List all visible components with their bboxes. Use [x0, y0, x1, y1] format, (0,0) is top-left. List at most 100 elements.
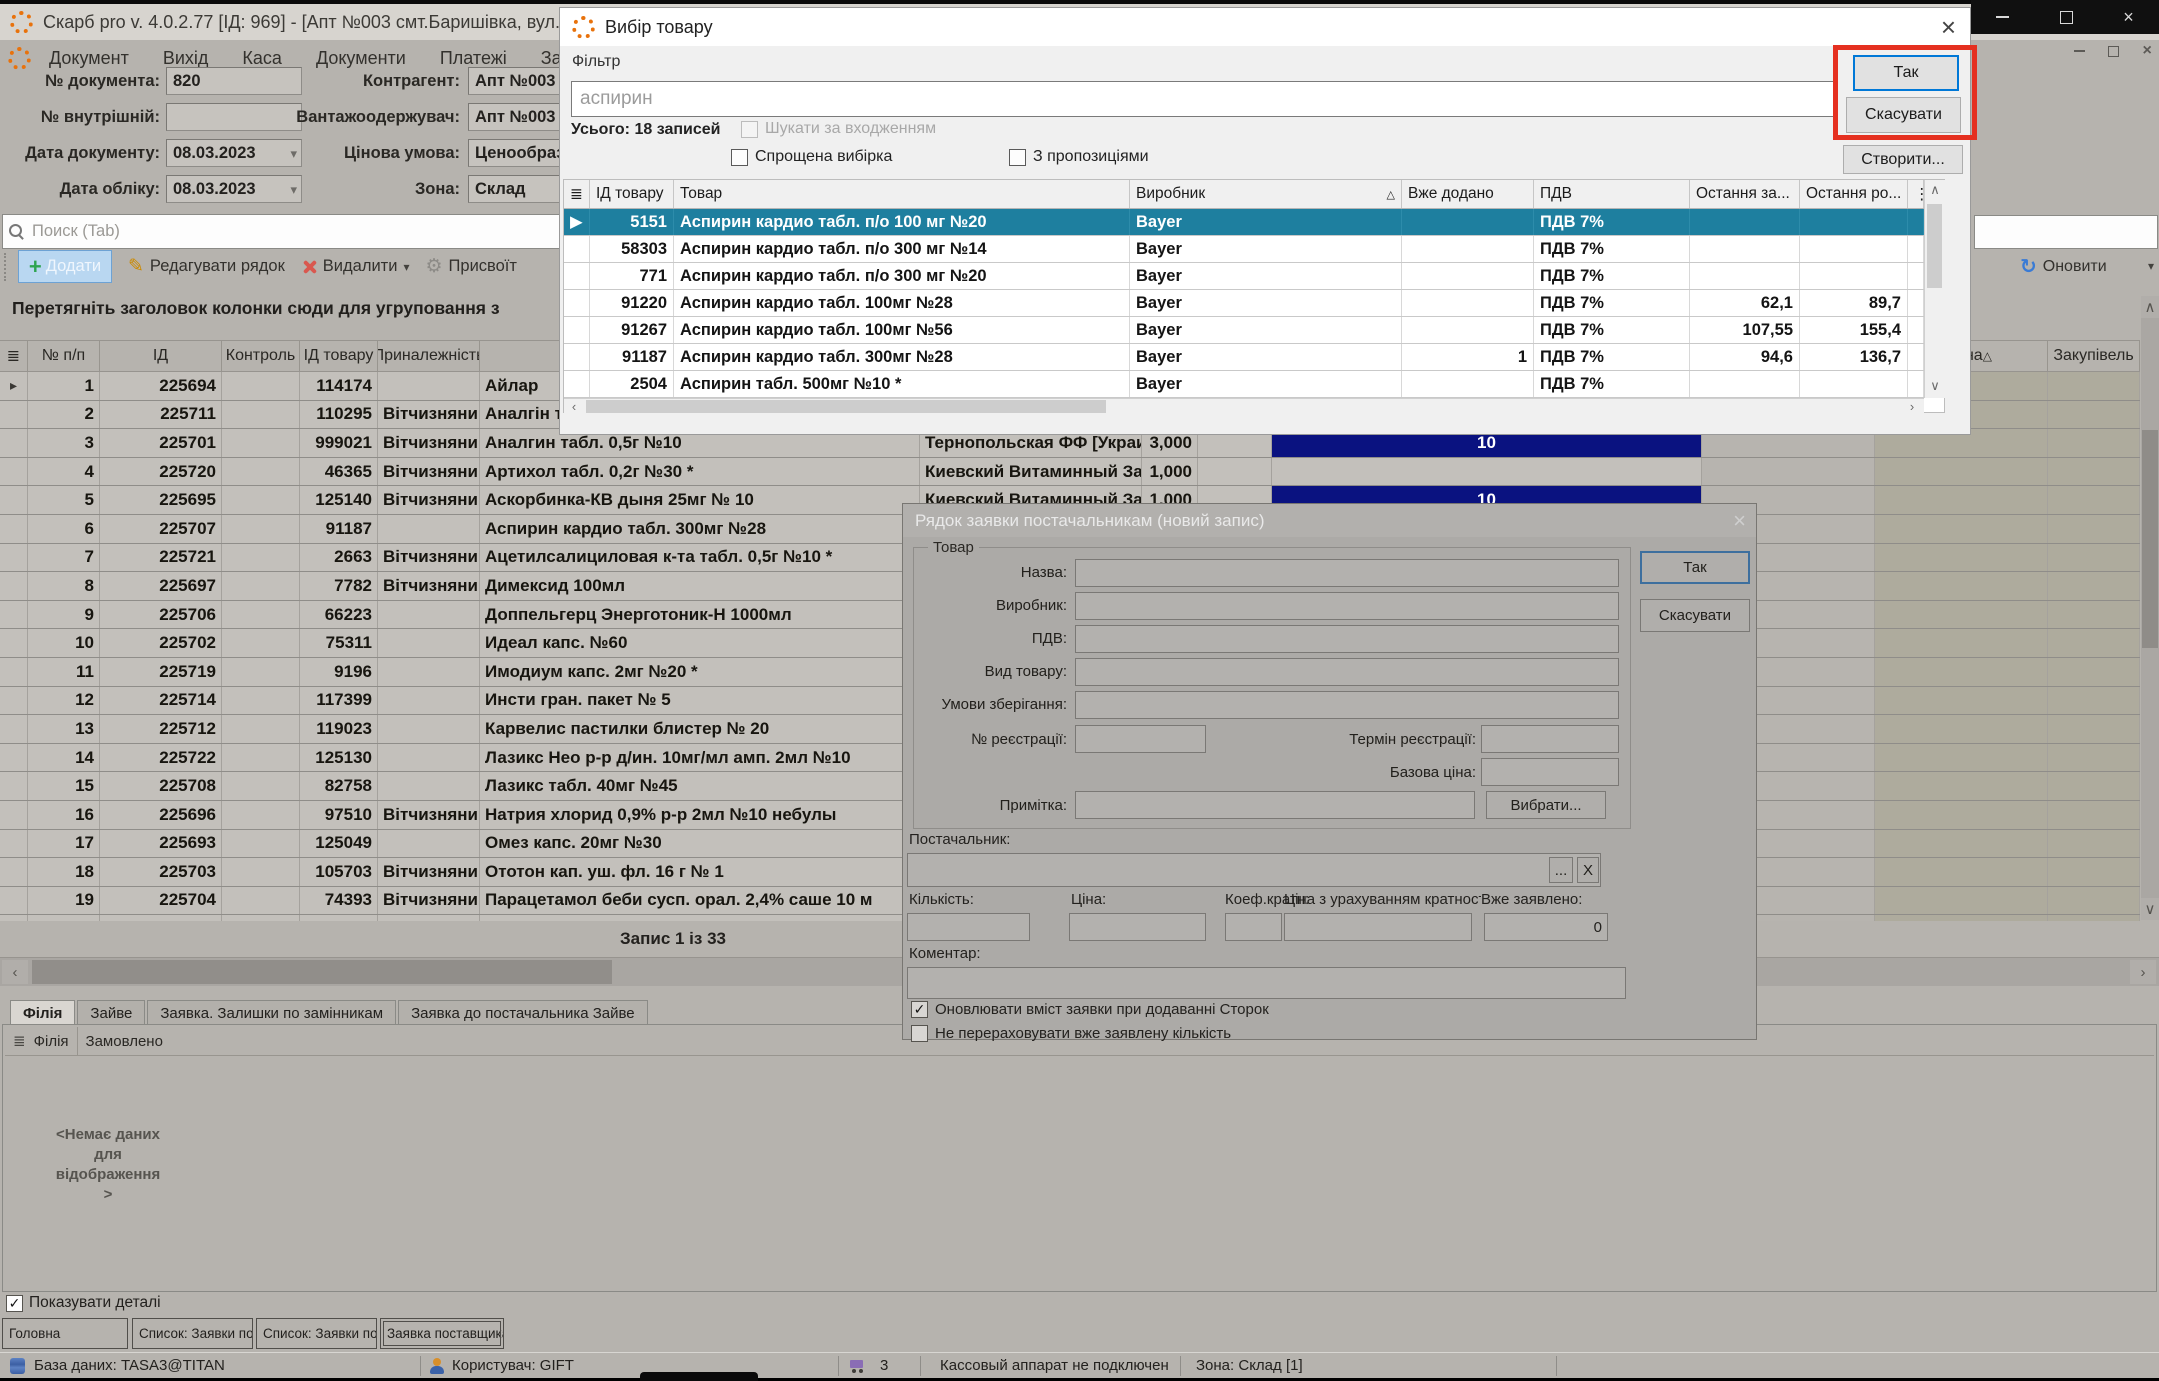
column-header-vat[interactable]: ПДВ [1534, 180, 1690, 208]
column-header-item[interactable]: ІД товару [300, 341, 378, 371]
field-input[interactable] [1075, 658, 1619, 686]
window-button-1[interactable]: Головна [2, 1318, 128, 1349]
field-input[interactable] [1075, 592, 1619, 620]
dialog-vertical-scrollbar[interactable]: ∧ ∨ [1924, 180, 1945, 398]
product-row[interactable]: 58303Аспирин кардио табл. п/о 300 мг №14… [564, 236, 1924, 263]
column-header-n[interactable]: № п/п [28, 341, 100, 371]
scroll-left-icon[interactable]: ‹ [2, 960, 28, 984]
tab-1[interactable]: Філія [10, 1000, 75, 1025]
checkbox-checked-icon[interactable]: ✓ [911, 1001, 928, 1018]
column-header-p2[interactable]: Закупівель [2048, 341, 2140, 371]
filter-input-right-fragment[interactable] [1974, 215, 2158, 249]
field-input[interactable] [1075, 559, 1619, 587]
product-row[interactable]: 2504Аспирин табл. 500мг №10 *BayerПДВ 7% [564, 371, 1924, 398]
base-price-field[interactable] [1481, 758, 1619, 786]
column-header-chooser[interactable]: ⋮ [1908, 180, 1924, 208]
scroll-down-icon[interactable]: ∨ [2141, 898, 2159, 920]
column-header-id[interactable]: ІД товару [590, 180, 674, 208]
product-select-dialog-titlebar[interactable]: Вибір товару × [560, 8, 1970, 46]
product-row[interactable]: 91267Аспирин кардио табл. 100мг №56Bayer… [564, 317, 1924, 344]
window-button-2[interactable]: Список: Заявки пост ... [132, 1318, 253, 1349]
branch-col-filiya[interactable]: Філія [34, 1033, 69, 1050]
column-header-manu[interactable]: Виробник △ [1130, 180, 1402, 208]
window-button-4[interactable]: Заявка поставщикам .. [380, 1318, 504, 1349]
search-input[interactable]: Поиск (Tab) [2, 214, 560, 249]
price-field[interactable] [1069, 913, 1206, 941]
supplier-field[interactable] [907, 853, 1601, 887]
product-row[interactable]: 91220Аспирин кардио табл. 100мг №28Bayer… [564, 290, 1924, 317]
refresh-button[interactable]: ↻ Оновити [2020, 249, 2107, 284]
column-header-lastp[interactable]: Остання за... [1690, 180, 1800, 208]
h-scroll-thumb[interactable] [32, 960, 612, 984]
minimize-icon[interactable] [1996, 16, 2009, 18]
cancel-button[interactable]: Скасувати [1640, 599, 1750, 632]
no-recalc-checkbox[interactable]: Не перераховувати вже заявлену кількість [911, 1025, 1231, 1042]
v-scroll-thumb[interactable] [2142, 430, 2158, 648]
mdi-minimize-icon[interactable] [2068, 40, 2092, 62]
product-row[interactable]: 771Аспирин кардио табл. п/о 300 мг №20Ba… [564, 263, 1924, 290]
delete-dropdown-icon[interactable]: ▾ [403, 260, 409, 274]
scroll-right-icon[interactable]: › [2130, 960, 2156, 984]
product-row[interactable]: ▶5151Аспирин кардио табл. п/о 100 мг №20… [564, 209, 1924, 236]
already-ordered-field[interactable]: 0 [1484, 913, 1608, 941]
column-header-ind[interactable]: ≣ [564, 180, 590, 208]
mdi-close-icon[interactable]: × [2135, 40, 2159, 62]
column-header-ctrl[interactable]: Контроль [222, 341, 300, 371]
checkbox-checked-icon[interactable]: ✓ [6, 1295, 23, 1312]
close-icon[interactable]: × [1941, 12, 1956, 43]
supplier-browse-button[interactable]: ... [1549, 857, 1573, 883]
comment-field[interactable] [907, 967, 1626, 999]
filter-input[interactable]: аспирин [571, 81, 1836, 117]
scroll-up-icon[interactable]: ∧ [1925, 180, 1945, 200]
update-on-add-checkbox[interactable]: ✓ Оновлювати вміст заявки при додаванні … [911, 1001, 1269, 1018]
h-scroll-thumb[interactable] [586, 400, 1106, 413]
mult-price-field[interactable] [1284, 913, 1472, 941]
close-icon[interactable]: × [2123, 8, 2134, 26]
checkbox-unchecked-icon[interactable] [731, 149, 748, 166]
supplier-clear-button[interactable]: X [1577, 857, 1599, 883]
scroll-up-icon[interactable]: ∧ [2141, 296, 2159, 318]
scroll-right-icon[interactable]: › [1904, 400, 1920, 413]
reg-number-field[interactable] [1075, 725, 1206, 753]
branch-col-zamovleno[interactable]: Замовлено [86, 1033, 163, 1050]
assign-button[interactable]: ⚙ Присвоїт [425, 255, 516, 278]
field-input[interactable] [1075, 625, 1619, 653]
column-header-ind[interactable]: ≣ [0, 341, 28, 371]
column-header-added[interactable]: Вже додано [1402, 180, 1534, 208]
column-header-org[interactable]: Приналежність [378, 341, 480, 371]
simple-selection-checkbox[interactable]: Спрощена вибірка [731, 148, 892, 166]
table-row[interactable]: 422572046365ВітчизнянийАртихол табл. 0,2… [0, 458, 2140, 487]
v-scroll-thumb[interactable] [1927, 204, 1942, 288]
scroll-down-icon[interactable]: ∨ [1925, 376, 1945, 396]
quantity-field[interactable] [907, 913, 1030, 941]
column-header-name[interactable]: Товар [674, 180, 1130, 208]
window-button-3[interactable]: Список: Заявки пост ... [256, 1318, 377, 1349]
supplier-row-dialog-titlebar[interactable]: Рядок заявки постачальникам (новий запис… [903, 504, 1756, 537]
refresh-dropdown-icon[interactable]: ▾ [2148, 259, 2154, 273]
product-row[interactable]: 91187Аспирин кардио табл. 300мг №28Bayer… [564, 344, 1924, 371]
scroll-left-icon[interactable]: ‹ [566, 400, 582, 413]
add-button[interactable]: + Додати [18, 250, 112, 283]
delete-button[interactable]: Видалити ▾ [301, 257, 410, 276]
restore-icon[interactable] [2060, 11, 2073, 24]
show-details-checkbox[interactable]: ✓ Показувати деталі [6, 1294, 161, 1312]
tab-2[interactable]: Зайве [77, 1000, 145, 1025]
tab-4[interactable]: Заявка до постачальника Зайве [398, 1000, 648, 1025]
select-product-button[interactable]: Вибрати... [1486, 791, 1606, 819]
with-proposals-checkbox[interactable]: З пропозиціями [1009, 148, 1149, 166]
dialog-horizontal-scrollbar[interactable]: ‹ › [564, 398, 1924, 415]
tab-3[interactable]: Заявка. Залишки по замінникам [147, 1000, 396, 1025]
create-button[interactable]: Створити... [1843, 145, 1963, 174]
ok-button[interactable]: Так [1640, 551, 1750, 584]
reg-term-field[interactable] [1481, 725, 1619, 753]
coef-field[interactable] [1225, 913, 1282, 941]
mdi-restore-icon[interactable] [2102, 40, 2126, 62]
field-input[interactable] [1075, 691, 1619, 719]
edit-row-button[interactable]: ✎ Редагувати рядок [128, 255, 285, 278]
column-header-lastr[interactable]: Остання ро... [1800, 180, 1908, 208]
column-header-id[interactable]: ІД [100, 341, 222, 371]
close-icon[interactable]: × [1733, 508, 1746, 534]
checkbox-unchecked-icon[interactable] [1009, 149, 1026, 166]
checkbox-unchecked-icon[interactable] [911, 1025, 928, 1042]
note-field[interactable] [1075, 791, 1475, 819]
